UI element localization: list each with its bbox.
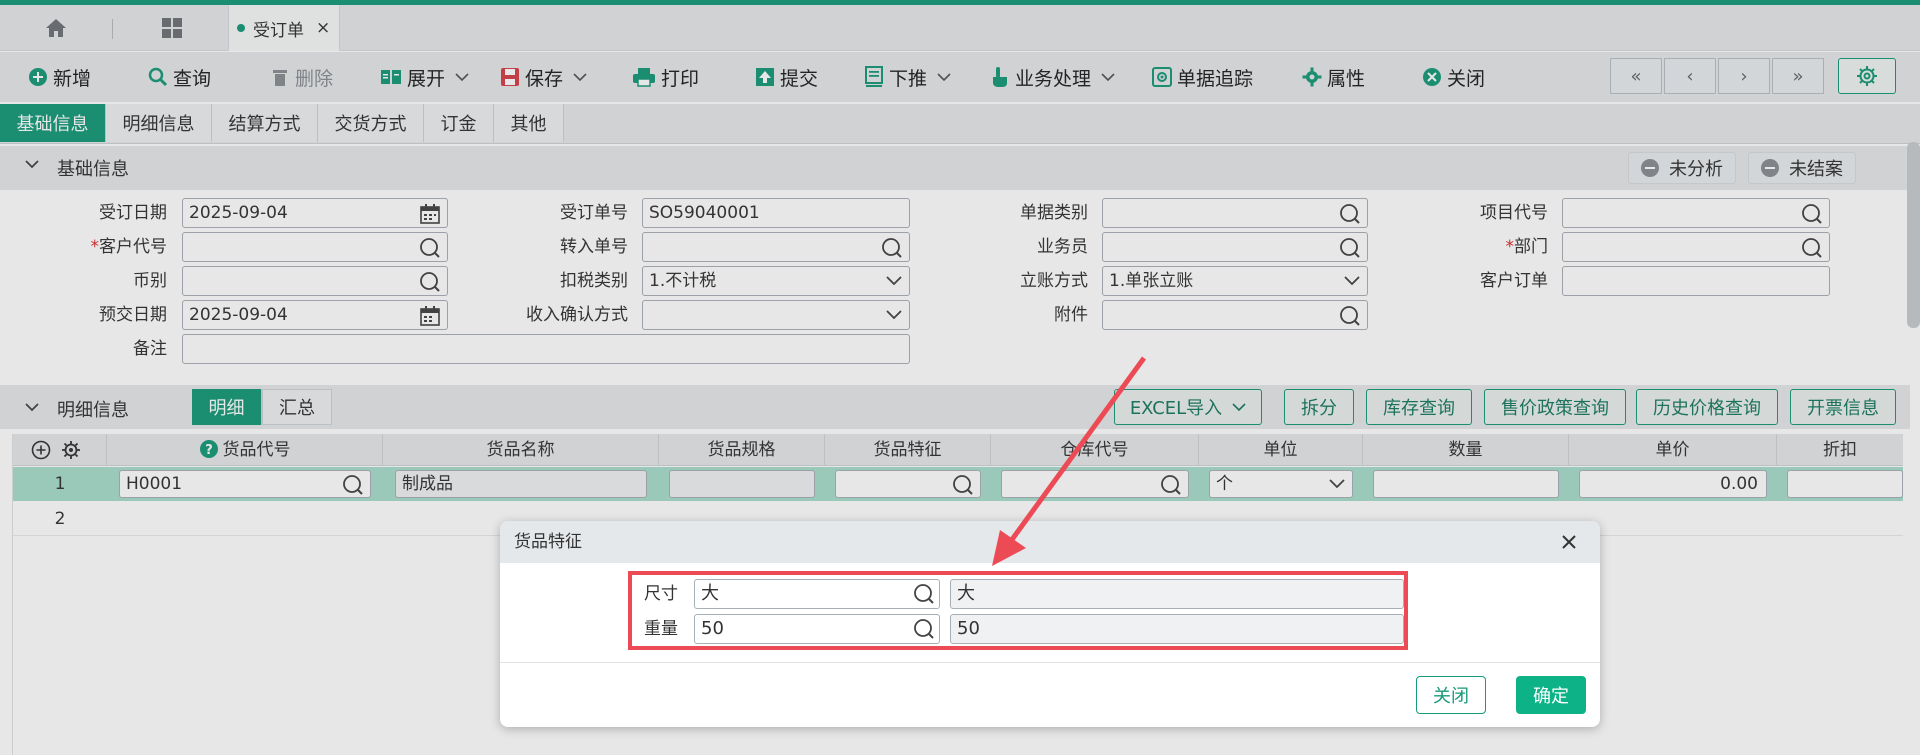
feature-highlight-box: 尺寸 大 大 重量 50 50 [628,571,1408,650]
size-input[interactable]: 大 [694,579,940,609]
size-value: 大 [701,583,719,604]
weight-display-value: 50 [957,618,980,639]
dialog-ok-button[interactable]: 确定 [1516,676,1586,714]
size-display-value: 大 [957,583,975,604]
search-icon [914,584,934,604]
goods-feature-dialog: 货品特征 尺寸 大 大 重量 50 50 关闭 确定 [500,521,1600,727]
feature-label-weight: 重量 [644,619,678,639]
dialog-title: 货品特征 [500,521,1600,563]
weight-display: 50 [950,614,1404,644]
size-display: 大 [950,579,1404,609]
dialog-divider [500,662,1600,663]
search-icon [914,619,934,639]
dialog-cancel-button[interactable]: 关闭 [1416,676,1486,714]
dialog-close-icon[interactable] [1558,531,1580,553]
weight-value: 50 [701,618,724,639]
weight-input[interactable]: 50 [694,614,940,644]
feature-label-size: 尺寸 [644,584,678,604]
